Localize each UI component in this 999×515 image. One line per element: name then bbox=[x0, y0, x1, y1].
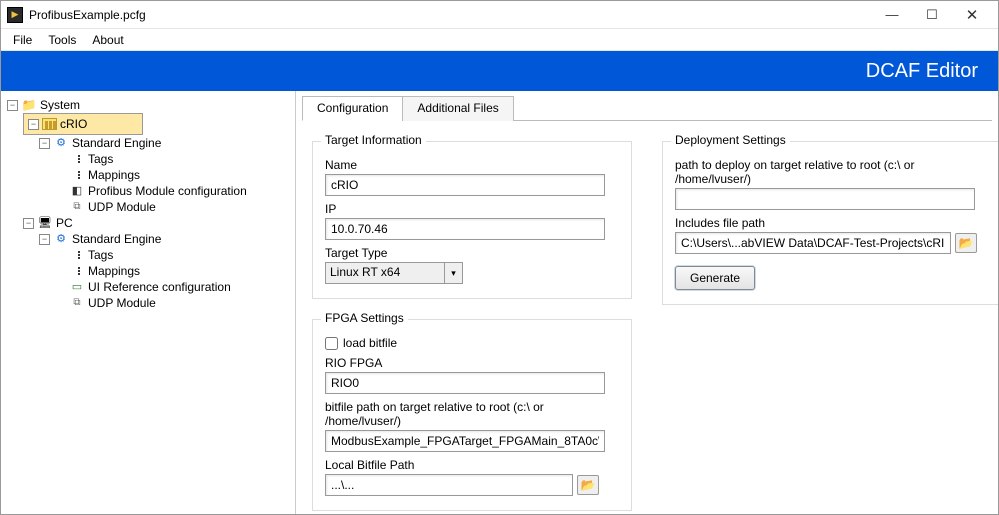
module-icon bbox=[69, 184, 85, 198]
dots-icon bbox=[69, 248, 85, 262]
tree-node-engine-pc[interactable]: −Standard Engine bbox=[39, 231, 291, 247]
browse-includes-button[interactable] bbox=[955, 233, 977, 253]
tree-node-uiref[interactable]: UI Reference configuration bbox=[55, 279, 291, 295]
gear-icon bbox=[53, 136, 69, 150]
generate-button[interactable]: Generate bbox=[675, 266, 755, 290]
label-deploy-path: path to deploy on target relative to roo… bbox=[675, 158, 987, 186]
group-target-info: Target Information Name IP Target Type L… bbox=[312, 141, 632, 299]
label-includes-path: Includes file path bbox=[675, 216, 987, 230]
group-fpga: FPGA Settings load bitfile RIO FPGA bitf… bbox=[312, 319, 632, 511]
input-rio-fpga[interactable] bbox=[325, 372, 605, 394]
window-title: ProfibusExample.pcfg bbox=[29, 8, 872, 22]
tree-node-udp[interactable]: UDP Module bbox=[55, 199, 291, 215]
input-bitfile-path[interactable] bbox=[325, 430, 605, 452]
dots-icon bbox=[69, 264, 85, 278]
chevron-down-icon[interactable]: ▾ bbox=[445, 262, 463, 284]
maximize-button[interactable]: ☐ bbox=[912, 1, 952, 29]
menu-bar: File Tools About bbox=[1, 29, 998, 51]
tree-node-profibus[interactable]: Profibus Module configuration bbox=[55, 183, 291, 199]
legend-target-info: Target Information bbox=[321, 133, 426, 147]
legend-fpga: FPGA Settings bbox=[321, 311, 408, 325]
tree-node-mappings-pc[interactable]: Mappings bbox=[55, 263, 291, 279]
input-deploy-path[interactable] bbox=[675, 188, 975, 210]
dots-icon bbox=[69, 152, 85, 166]
ui-icon bbox=[69, 280, 85, 294]
input-local-bitfile[interactable] bbox=[325, 474, 573, 496]
udp-icon bbox=[69, 200, 85, 214]
minimize-button[interactable]: — bbox=[872, 1, 912, 29]
menu-about[interactable]: About bbox=[84, 31, 131, 49]
udp-icon bbox=[69, 296, 85, 310]
tree-node-mappings[interactable]: Mappings bbox=[55, 167, 291, 183]
input-name[interactable] bbox=[325, 174, 605, 196]
group-deployment: Deployment Settings path to deploy on ta… bbox=[662, 141, 998, 305]
tree-node-pc[interactable]: −PC bbox=[23, 215, 291, 231]
label-rio-fpga: RIO FPGA bbox=[325, 356, 619, 370]
dots-icon bbox=[69, 168, 85, 182]
banner-title: DCAF Editor bbox=[866, 60, 978, 83]
label-target-type: Target Type bbox=[325, 246, 619, 260]
label-ip: IP bbox=[325, 202, 619, 216]
gear-icon bbox=[53, 232, 69, 246]
tree-node-udp-pc[interactable]: UDP Module bbox=[55, 295, 291, 311]
close-button[interactable]: ✕ bbox=[952, 1, 992, 29]
label-local-bitfile: Local Bitfile Path bbox=[325, 458, 619, 472]
input-includes-path[interactable] bbox=[675, 232, 951, 254]
tree-node-system[interactable]: −System bbox=[7, 97, 291, 113]
label-bitfile-path: bitfile path on target relative to root … bbox=[325, 400, 619, 428]
tab-configuration[interactable]: Configuration bbox=[302, 96, 403, 121]
tree-sidebar: −System −cRIO −Standard Engine Tags Mapp… bbox=[1, 91, 296, 514]
label-name: Name bbox=[325, 158, 619, 172]
tree-node-engine[interactable]: −Standard Engine bbox=[39, 135, 291, 151]
monitor-icon bbox=[37, 216, 53, 230]
checkbox-load-bitfile[interactable] bbox=[325, 337, 338, 350]
browse-local-bitfile-button[interactable] bbox=[577, 475, 599, 495]
tree-node-tags[interactable]: Tags bbox=[55, 151, 291, 167]
tabs: Configuration Additional Files bbox=[302, 95, 992, 121]
menu-tools[interactable]: Tools bbox=[40, 31, 84, 49]
tree-node-crio[interactable]: −cRIO bbox=[23, 113, 143, 135]
tab-additional-files[interactable]: Additional Files bbox=[402, 96, 513, 121]
folder-icon bbox=[21, 98, 37, 112]
label-load-bitfile: load bitfile bbox=[343, 336, 397, 350]
main-panel: Configuration Additional Files Target In… bbox=[296, 91, 998, 514]
legend-deployment: Deployment Settings bbox=[671, 133, 790, 147]
select-target-type[interactable]: Linux RT x64 bbox=[325, 262, 445, 284]
app-icon bbox=[7, 7, 23, 23]
title-bar: ProfibusExample.pcfg — ☐ ✕ bbox=[1, 1, 998, 29]
input-ip[interactable] bbox=[325, 218, 605, 240]
crio-icon bbox=[42, 118, 57, 130]
tree-node-tags-pc[interactable]: Tags bbox=[55, 247, 291, 263]
menu-file[interactable]: File bbox=[5, 31, 40, 49]
banner: DCAF Editor bbox=[1, 51, 998, 91]
